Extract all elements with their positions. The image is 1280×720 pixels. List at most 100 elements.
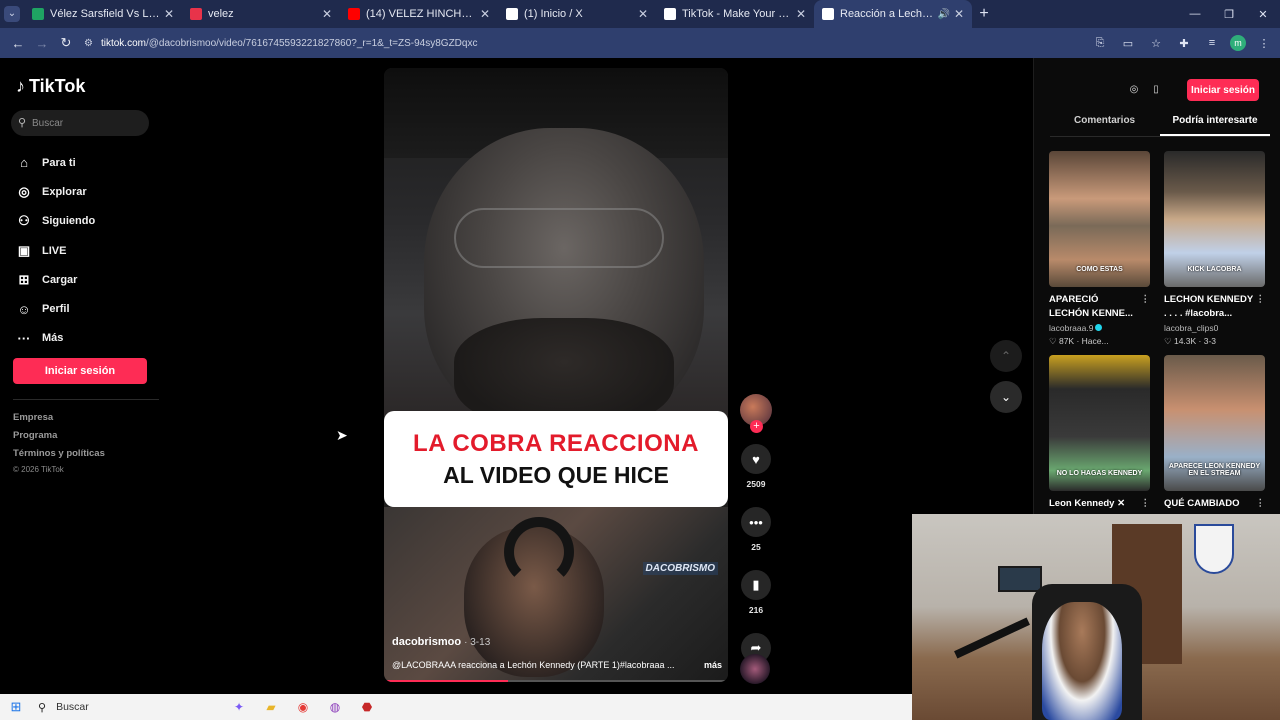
footer-link[interactable]: Empresa: [13, 412, 105, 430]
card-menu-icon[interactable]: ⋮: [1141, 293, 1151, 307]
more-link[interactable]: más: [704, 660, 722, 670]
reload-button[interactable]: ↻: [54, 31, 78, 55]
video-thumbnail[interactable]: COMO ESTAS: [1049, 151, 1150, 287]
browser-menu-icon[interactable]: ⋮: [1254, 37, 1274, 50]
tab-close-icon[interactable]: ✕: [796, 7, 806, 21]
url-field[interactable]: ⚙ tiktok.com/@dacobrismoo/video/76167455…: [84, 32, 1084, 54]
thumbnail-text: APARECE LEON KENNEDY EN EL STREAM: [1168, 463, 1261, 477]
new-tab-button[interactable]: +: [972, 5, 996, 23]
compass-small-icon[interactable]: ◎: [1126, 82, 1142, 98]
file-explorer-icon[interactable]: ▰: [260, 696, 282, 718]
video-stream-frame: [384, 507, 728, 682]
forward-button[interactable]: →: [30, 31, 54, 55]
sidebar-item-label: Perfil: [42, 303, 70, 316]
tab-close-icon[interactable]: ✕: [480, 7, 490, 21]
card-author[interactable]: lacobra_clips0: [1164, 323, 1265, 333]
login-button[interactable]: Iniciar sesión: [13, 358, 147, 384]
search-input[interactable]: ⚲ Buscar: [11, 110, 149, 136]
creator-avatar[interactable]: +: [740, 394, 772, 433]
tiktok-logo[interactable]: ♪ TikTok: [16, 76, 85, 97]
tab-title: TikTok - Make Your Day: [682, 8, 792, 20]
sidebar-item-para-ti[interactable]: ⌂ Para ti: [14, 148, 95, 177]
tab-close-icon[interactable]: ✕: [954, 7, 964, 21]
chevron-down-icon: ⌄: [1000, 390, 1012, 404]
video-watermark: DACOBRISMO: [642, 562, 718, 575]
panel-login-button[interactable]: Iniciar sesión: [1187, 79, 1259, 101]
close-window-icon[interactable]: ✕: [1246, 0, 1280, 28]
profile-avatar[interactable]: m: [1230, 35, 1246, 51]
sidebar-item-cargar[interactable]: ⊞ Cargar: [14, 265, 95, 294]
extensions-icon[interactable]: ✚: [1174, 37, 1194, 50]
browser-tab[interactable]: Reacción a Lechón Kenned🔊 ✕: [814, 0, 972, 28]
video-author[interactable]: dacobrismoo · 3-13: [392, 636, 490, 648]
sidebar-item-más[interactable]: ··· Más: [14, 324, 95, 353]
suggested-video-card[interactable]: APARECE LEON KENNEDY EN EL STREAM QUÉ CAM…: [1164, 355, 1265, 525]
card-menu-icon[interactable]: ⋮: [1256, 497, 1266, 511]
browser-tab[interactable]: (1) Inicio / X ✕: [498, 0, 656, 28]
footer-link[interactable]: Programa: [13, 430, 105, 448]
card-menu-icon[interactable]: ⋮: [1256, 293, 1266, 307]
tab-suggested[interactable]: Podría interesarte: [1160, 113, 1270, 136]
comment-icon[interactable]: •••: [741, 507, 771, 537]
save-action[interactable]: ▮ 216: [741, 570, 771, 615]
messenger-icon[interactable]: ◍: [324, 696, 346, 718]
card-author[interactable]: lacobraaa.9: [1049, 323, 1150, 333]
bookmark-star-icon[interactable]: ☆: [1146, 37, 1166, 50]
footer-link[interactable]: Términos y políticas: [13, 448, 105, 466]
card-title[interactable]: LECHON KENNEDY . . . . #lacobra... ⋮: [1164, 293, 1265, 321]
tab-comments[interactable]: Comentarios: [1050, 113, 1160, 136]
phone-icon[interactable]: ▯: [1148, 82, 1164, 98]
video-player[interactable]: LA COBRA REACCIONA AL VIDEO QUE HICE DAC…: [384, 68, 728, 682]
music-disc-icon[interactable]: [740, 654, 770, 684]
suggested-video-card[interactable]: KICK LACOBRA LECHON KENNEDY . . . . #laco…: [1164, 151, 1265, 355]
tab-strip: Vélez Sarsfield Vs Lanús - Resul✕velez✕(…: [24, 0, 972, 28]
sidebar-item-live[interactable]: ▣ LIVE: [14, 236, 95, 265]
minimize-icon[interactable]: —: [1178, 0, 1212, 28]
tab-close-icon[interactable]: ✕: [164, 7, 174, 21]
card-menu-icon[interactable]: ⋮: [1141, 497, 1151, 511]
video-thumbnail[interactable]: KICK LACOBRA: [1164, 151, 1265, 287]
sidebar-item-explorar[interactable]: ◎ Explorar: [14, 177, 95, 206]
comment-action[interactable]: ••• 25: [741, 507, 771, 552]
card-title-text: Leon Kennedy ✕: [1049, 498, 1126, 509]
media-control-icon[interactable]: ≡: [1202, 37, 1222, 49]
tab-search-button[interactable]: ⌄: [0, 0, 24, 28]
like-action[interactable]: ♥ 2509: [741, 444, 771, 489]
video-thumbnail[interactable]: APARECE LEON KENNEDY EN EL STREAM: [1164, 355, 1265, 491]
browser-tab[interactable]: (14) VELEZ HINCHAS - YouTube ✕: [340, 0, 498, 28]
tab-audio-icon[interactable]: 🔊: [937, 9, 949, 20]
search-icon: ⚲: [17, 117, 27, 129]
next-video-button[interactable]: ⌄: [990, 381, 1022, 413]
video-progress-bar[interactable]: [384, 680, 728, 682]
sidebar-item-perfil[interactable]: ☺ Perfil: [14, 294, 95, 323]
chrome-icon[interactable]: ◉: [292, 696, 314, 718]
site-info-icon[interactable]: ⚙: [84, 38, 93, 49]
browser-tab[interactable]: TikTok - Make Your Day ✕: [656, 0, 814, 28]
url-domain: tiktok.com: [100, 37, 146, 49]
previous-video-button[interactable]: ⌃: [990, 340, 1022, 372]
back-button[interactable]: ←: [6, 31, 30, 55]
translate-icon[interactable]: ⎘: [1090, 37, 1110, 50]
cast-icon[interactable]: ▭: [1118, 37, 1138, 50]
tab-close-icon[interactable]: ✕: [322, 7, 332, 21]
video-caption-line1: LA COBRA REACCIONA: [413, 429, 699, 457]
browser-tab[interactable]: velez ✕: [182, 0, 340, 28]
taskbar-search[interactable]: ⚲ Buscar: [32, 694, 222, 720]
browser-tab[interactable]: Vélez Sarsfield Vs Lanús - Resul ✕: [24, 0, 182, 28]
sidebar-item-siguiendo[interactable]: ⚇ Siguiendo: [14, 207, 95, 236]
bookmark-icon[interactable]: ▮: [741, 570, 771, 600]
video-author-name: dacobrismoo: [392, 636, 462, 648]
suggested-video-card[interactable]: NO LO HAGAS KENNEDY Leon Kennedy ✕ ⋮: [1049, 355, 1150, 525]
follow-plus-icon[interactable]: +: [750, 420, 763, 433]
person-icon: ⚇: [18, 213, 30, 229]
app-icon[interactable]: ⬣: [356, 696, 378, 718]
card-title[interactable]: APARECIÓ LECHÓN KENNE... ⋮: [1049, 293, 1150, 321]
restore-icon[interactable]: ❐: [1212, 0, 1246, 28]
suggested-video-card[interactable]: COMO ESTAS APARECIÓ LECHÓN KENNE... ⋮ lacob…: [1049, 151, 1150, 355]
heart-icon[interactable]: ♥: [741, 444, 771, 474]
video-thumbnail[interactable]: NO LO HAGAS KENNEDY: [1049, 355, 1150, 491]
copilot-icon[interactable]: ✦: [228, 696, 250, 718]
windows-start-icon[interactable]: ⊞: [0, 699, 32, 715]
tab-close-icon[interactable]: ✕: [638, 7, 648, 21]
tab-title: Vélez Sarsfield Vs Lanús - Resul: [50, 8, 160, 20]
